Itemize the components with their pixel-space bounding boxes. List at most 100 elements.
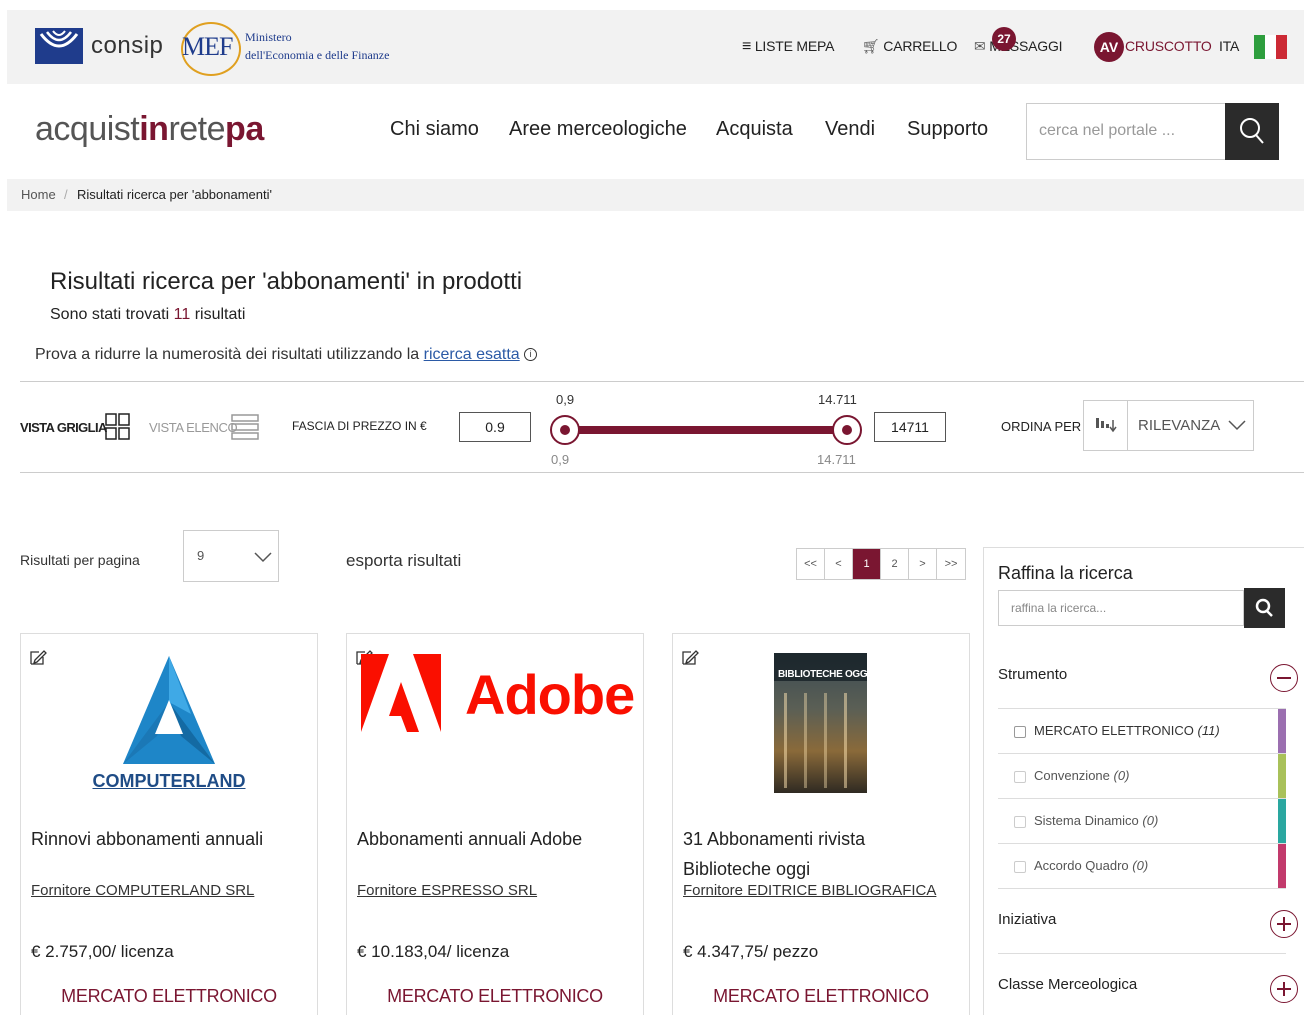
price-slider-max-handle[interactable] bbox=[832, 415, 862, 445]
card-price: € 4.347,75/ pezzo bbox=[683, 942, 819, 961]
avatar[interactable]: AV bbox=[1094, 32, 1124, 62]
cruscotto-link[interactable]: CRUSCOTTO bbox=[1125, 38, 1212, 54]
filter-option-convenzione[interactable]: Convenzione (0) bbox=[998, 753, 1286, 799]
sort-select[interactable]: RILEVANZA bbox=[1083, 400, 1254, 451]
pager-next[interactable]: > bbox=[909, 549, 937, 579]
card-logo-text: COMPUTERLAND bbox=[92, 771, 246, 791]
refine-search-input[interactable]: raffina la ricerca... bbox=[998, 590, 1244, 626]
list-view-label[interactable]: VISTA ELENCO bbox=[149, 420, 238, 435]
color-stripe bbox=[1278, 799, 1286, 844]
sort-value: RILEVANZA bbox=[1138, 417, 1221, 434]
ministero-label: Ministero bbox=[245, 30, 292, 44]
filter-option-sistema-dinamico[interactable]: Sistema Dinamico (0) bbox=[998, 798, 1286, 844]
card-supplier-link[interactable]: Fornitore ESPRESSO SRL bbox=[357, 882, 537, 899]
search-hint: Prova a ridurre la numerosità dei risult… bbox=[35, 346, 538, 364]
info-icon[interactable]: i bbox=[524, 348, 538, 362]
option-label: MERCATO ELETTRONICO (11) bbox=[1034, 723, 1220, 738]
filter-option-mercato-elettronico[interactable]: MERCATO ELETTRONICO (11) bbox=[998, 708, 1286, 754]
filter-top-divider bbox=[20, 381, 1304, 382]
pager-page-2[interactable]: 2 bbox=[881, 549, 909, 579]
messaggi-link[interactable]: ✉ MESSAGGI bbox=[974, 38, 1063, 55]
strumento-heading[interactable]: Strumento bbox=[998, 666, 1067, 683]
card-tag: MERCATO ELETTRONICO bbox=[387, 986, 603, 1006]
nav-vendi[interactable]: Vendi bbox=[825, 118, 875, 141]
results-per-page-value: 9 bbox=[197, 548, 205, 563]
cart-icon: 🛒︎ bbox=[862, 38, 880, 54]
export-results-link[interactable]: esporta risultati bbox=[346, 551, 461, 571]
grid-view-icon[interactable] bbox=[105, 413, 131, 441]
color-stripe bbox=[1278, 844, 1286, 889]
computerland-logo-icon bbox=[123, 656, 215, 764]
price-max-input[interactable]: 14711 bbox=[874, 412, 946, 442]
list-view-icon[interactable] bbox=[231, 414, 259, 440]
search-icon bbox=[1255, 598, 1273, 617]
sort-by-label: ORDINA PER bbox=[1001, 419, 1082, 434]
price-min-input[interactable]: 0.9 bbox=[459, 412, 531, 442]
card-title[interactable]: Abbonamenti annuali Adobe bbox=[357, 824, 627, 854]
product-card[interactable]: COMPUTERLAND Rinnovi abbonamenti annuali… bbox=[20, 633, 318, 1015]
classe-merceologica-heading[interactable]: Classe Merceologica bbox=[998, 976, 1137, 993]
breadcrumb: Home / Risultati ricerca per 'abbonament… bbox=[7, 179, 1304, 211]
expand-plus-icon[interactable] bbox=[1270, 975, 1298, 1003]
carrello-link[interactable]: 🛒︎ CARRELLO bbox=[862, 38, 957, 55]
color-stripe bbox=[1278, 709, 1286, 754]
results-per-page-select[interactable]: 9 bbox=[183, 530, 279, 582]
consip-logo-icon[interactable] bbox=[35, 28, 83, 64]
collapse-minus-icon[interactable] bbox=[1270, 664, 1298, 692]
pager-prev[interactable]: < bbox=[825, 549, 853, 579]
consip-wordmark[interactable]: consip bbox=[91, 32, 163, 60]
adobe-logo-icon bbox=[361, 654, 441, 732]
card-title[interactable]: 31 Abbonamenti rivista Biblioteche oggi bbox=[683, 824, 953, 884]
card-price: € 10.183,04/ licenza bbox=[357, 942, 510, 961]
filter-option-accordo-quadro[interactable]: Accordo Quadro (0) bbox=[998, 843, 1286, 889]
expand-plus-icon[interactable] bbox=[1270, 910, 1298, 938]
pager-first[interactable]: << bbox=[797, 549, 825, 579]
results-per-page-label: Risultati per pagina bbox=[20, 552, 140, 568]
results-count: Sono stati trovati 11 risultati bbox=[50, 306, 246, 323]
portal-search-button[interactable] bbox=[1225, 103, 1279, 160]
refine-search-button[interactable] bbox=[1244, 588, 1285, 628]
iniziativa-heading[interactable]: Iniziativa bbox=[998, 911, 1056, 928]
checkbox[interactable] bbox=[1014, 771, 1026, 783]
checkbox[interactable] bbox=[1014, 816, 1026, 828]
chevron-down-icon bbox=[254, 552, 272, 563]
acquistinretepa-logo[interactable]: acquistinretepa bbox=[35, 110, 264, 149]
filter-bottom-divider bbox=[20, 472, 1304, 473]
portal-search-input[interactable]: cerca nel portale ... bbox=[1026, 103, 1226, 160]
checkbox[interactable] bbox=[1014, 726, 1026, 738]
breadcrumb-home[interactable]: Home bbox=[21, 187, 56, 202]
price-range-label: FASCIA DI PREZZO IN € bbox=[292, 419, 427, 433]
product-card[interactable]: Adobe Abbonamenti annuali Adobe Fornitor… bbox=[346, 633, 644, 1015]
liste-mepa-label: LISTE MEPA bbox=[754, 38, 835, 54]
breadcrumb-separator: / bbox=[64, 187, 68, 202]
nav-chi-siamo[interactable]: Chi siamo bbox=[390, 118, 479, 141]
messages-count-badge: 27 bbox=[992, 27, 1016, 51]
card-price: € 2.757,00/ licenza bbox=[31, 942, 174, 961]
pager-last[interactable]: >> bbox=[937, 549, 965, 579]
nav-acquista[interactable]: Acquista bbox=[716, 118, 793, 141]
menu-icon: ≡ bbox=[742, 38, 752, 55]
option-label: Sistema Dinamico (0) bbox=[1034, 813, 1159, 828]
card-title[interactable]: Rinnovi abbonamenti annuali bbox=[31, 824, 301, 854]
nav-aree-merceologiche[interactable]: Aree merceologiche bbox=[509, 118, 687, 141]
liste-mepa-link[interactable]: ≡ LISTE MEPA bbox=[742, 38, 834, 56]
edit-icon[interactable] bbox=[29, 648, 47, 666]
pagination: << < 1 2 > >> bbox=[796, 548, 966, 580]
price-slider-min-handle[interactable] bbox=[550, 415, 580, 445]
sort-icon bbox=[1096, 418, 1117, 433]
italian-flag-icon[interactable] bbox=[1254, 35, 1287, 59]
slider-min-top-label: 0,9 bbox=[556, 392, 575, 407]
card-supplier-link[interactable]: Fornitore EDITRICE BIBLIOGRAFICA bbox=[683, 882, 936, 899]
page-title: Risultati ricerca per 'abbonamenti' in p… bbox=[50, 268, 523, 295]
product-card[interactable]: BIBLIOTECHE OGGI 31 Abbonamenti rivista … bbox=[672, 633, 970, 1015]
language-selector[interactable]: ITA bbox=[1219, 38, 1239, 54]
grid-view-label[interactable]: VISTA GRIGLIA bbox=[20, 420, 107, 435]
pager-page-1[interactable]: 1 bbox=[853, 549, 881, 579]
card-supplier-link[interactable]: Fornitore COMPUTERLAND SRL bbox=[31, 882, 254, 899]
price-slider-track[interactable] bbox=[565, 426, 847, 434]
nav-supporto[interactable]: Supporto bbox=[907, 118, 988, 141]
edit-icon[interactable] bbox=[681, 648, 699, 666]
checkbox[interactable] bbox=[1014, 861, 1026, 873]
exact-search-link[interactable]: ricerca esatta bbox=[424, 346, 520, 363]
mef-wordmark: MEF bbox=[182, 32, 233, 61]
